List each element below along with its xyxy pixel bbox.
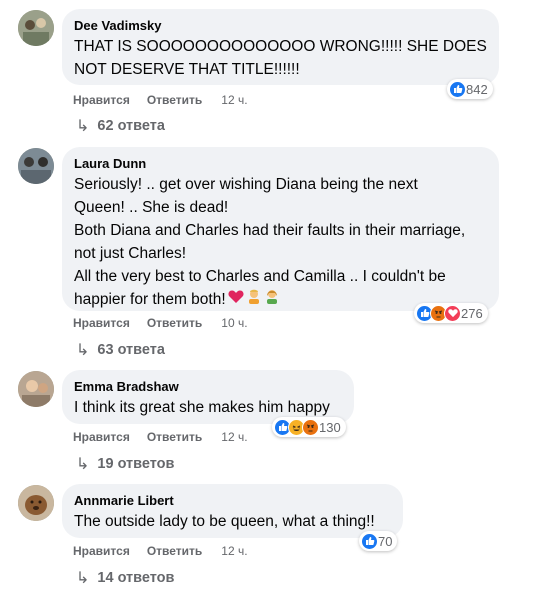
replies-count: 19 ответов: [97, 456, 175, 472]
comment-bubble: Annmarie Libert The outside lady to be q…: [62, 484, 403, 538]
red-heart-emoji: [228, 288, 244, 311]
comment-text: The outside lady to be queen, what a thi…: [74, 513, 375, 530]
comment-text: THAT IS SOOOOOOOOOOOOOO WRONG!!!!! SHE D…: [74, 38, 487, 78]
reply-button[interactable]: Ответить: [147, 430, 202, 444]
comment-time[interactable]: 12 ч.: [221, 430, 247, 444]
reply-arrow-icon: ↳: [76, 570, 90, 587]
comment-author[interactable]: Dee Vadimsky: [74, 17, 487, 34]
comment-bubble: Laura Dunn Seriously! .. get over wishin…: [62, 147, 499, 311]
reply-button[interactable]: Ответить: [147, 544, 202, 558]
reply-arrow-icon: ↳: [76, 118, 90, 135]
comment-actions: Нравится Ответить 12 ч.: [73, 430, 248, 444]
comment-actions: Нравится Ответить 12 ч.: [73, 544, 248, 558]
comment-time[interactable]: 12 ч.: [221, 544, 247, 558]
like-button[interactable]: Нравится: [73, 544, 130, 558]
replies-count: 14 ответов: [97, 570, 175, 586]
like-button[interactable]: Нравится: [73, 316, 130, 330]
reaction-summary[interactable]: 70: [359, 531, 398, 551]
comment-author[interactable]: Emma Bradshaw: [74, 378, 342, 395]
man-emoji: [246, 288, 262, 311]
like-icon: [449, 80, 466, 98]
reaction-summary[interactable]: 276: [414, 303, 488, 323]
view-replies-link[interactable]: ↳ 62 ответа: [76, 116, 165, 136]
reaction-summary[interactable]: 842: [447, 79, 493, 99]
comment-author[interactable]: Laura Dunn: [74, 155, 487, 172]
view-replies-link[interactable]: ↳ 14 ответов: [76, 568, 174, 588]
comment-time[interactable]: 12 ч.: [221, 93, 247, 107]
avatar[interactable]: [18, 10, 54, 46]
reaction-count: 842: [466, 81, 488, 97]
comment-bubble: Dee Vadimsky THAT IS SOOOOOOOOOOOOOO WRO…: [62, 9, 499, 85]
reaction-summary[interactable]: 130: [272, 417, 346, 437]
view-replies-link[interactable]: ↳ 19 ответов: [76, 454, 174, 474]
avatar[interactable]: [18, 371, 54, 407]
woman-emoji: [264, 288, 280, 311]
comment-text: I think its great she makes him happy: [74, 399, 330, 416]
avatar[interactable]: [18, 485, 54, 521]
comment-actions: Нравится Ответить 12 ч.: [73, 93, 248, 107]
comment-actions: Нравится Ответить 10 ч.: [73, 316, 248, 330]
avatar[interactable]: [18, 148, 54, 184]
reaction-count: 276: [461, 305, 483, 321]
reaction-count: 130: [319, 419, 341, 435]
like-button[interactable]: Нравится: [73, 93, 130, 107]
angry-icon: [302, 418, 319, 436]
comment-time[interactable]: 10 ч.: [221, 316, 247, 330]
view-replies-link[interactable]: ↳ 63 ответа: [76, 340, 165, 360]
comment-author[interactable]: Annmarie Libert: [74, 492, 391, 509]
reply-arrow-icon: ↳: [76, 456, 90, 473]
reply-button[interactable]: Ответить: [147, 93, 202, 107]
comment-text-wrap: Seriously! .. get over wishing Diana bei…: [74, 173, 487, 311]
love-icon: [444, 304, 461, 322]
reply-arrow-icon: ↳: [76, 342, 90, 359]
like-icon: [361, 532, 378, 550]
replies-count: 62 ответа: [97, 118, 165, 134]
replies-count: 63 ответа: [97, 342, 165, 358]
reaction-count: 70: [378, 533, 393, 549]
reply-button[interactable]: Ответить: [147, 316, 202, 330]
like-button[interactable]: Нравится: [73, 430, 130, 444]
comment-bubble: Emma Bradshaw I think its great she make…: [62, 370, 354, 424]
